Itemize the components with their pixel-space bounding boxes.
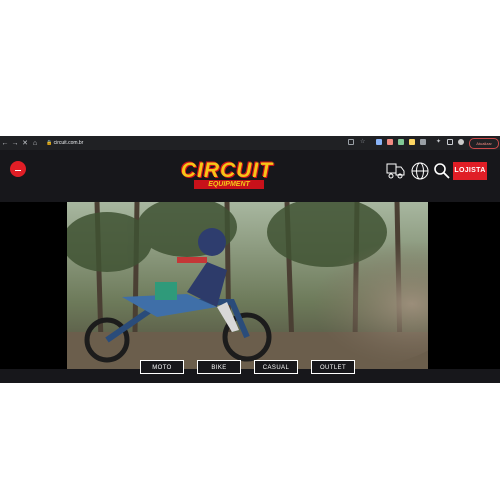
delivery-truck-icon[interactable] [386, 161, 406, 181]
extension-icon[interactable] [387, 139, 393, 145]
site-header: CIRCUIT EQUIPMENT LOJISTA [0, 150, 500, 202]
forward-arrow-icon[interactable]: → [10, 140, 20, 147]
url-text: circuit.com.br [53, 140, 84, 146]
home-icon[interactable]: ⌂ [30, 140, 40, 147]
menu-icon[interactable] [10, 161, 26, 177]
category-moto-button[interactable]: MOTO [140, 360, 184, 374]
search-icon[interactable] [432, 161, 452, 181]
puzzle-icon[interactable]: ✦ [436, 138, 442, 145]
circuit-logo[interactable]: CIRCUIT EQUIPMENT [172, 160, 282, 192]
share-icon[interactable] [348, 139, 354, 145]
browser-toolbar: ← → ✕ ⌂ 🔒 circuit.com.br ☆ ✦ Atualizar [0, 136, 500, 150]
logo-wordmark: CIRCUIT [180, 159, 274, 182]
category-bar: MOTO BIKE CASUAL OUTLET [0, 360, 500, 383]
back-arrow-icon[interactable]: ← [0, 140, 10, 147]
avatar[interactable] [458, 139, 464, 145]
category-bike-button[interactable]: BIKE [197, 360, 241, 374]
extension-icon[interactable] [409, 139, 415, 145]
logo-subtitle: EQUIPMENT [194, 180, 264, 189]
globe-icon[interactable] [410, 161, 430, 181]
star-icon[interactable]: ☆ [360, 138, 366, 145]
hero-banner [0, 202, 500, 369]
hero-image [67, 202, 428, 369]
category-casual-button[interactable]: CASUAL [254, 360, 298, 374]
close-icon[interactable]: ✕ [20, 139, 30, 147]
extension-icon[interactable] [398, 139, 404, 145]
category-outlet-button[interactable]: OUTLET [311, 360, 355, 374]
address-bar[interactable]: 🔒 circuit.com.br [46, 139, 346, 147]
store-login-button[interactable]: LOJISTA [453, 162, 487, 180]
extension-icon[interactable] [376, 139, 382, 145]
lock-icon: 🔒 [46, 140, 53, 146]
sidebar-icon[interactable] [447, 139, 453, 145]
update-button[interactable]: Atualizar [469, 138, 499, 149]
extension-icon[interactable] [420, 139, 426, 145]
